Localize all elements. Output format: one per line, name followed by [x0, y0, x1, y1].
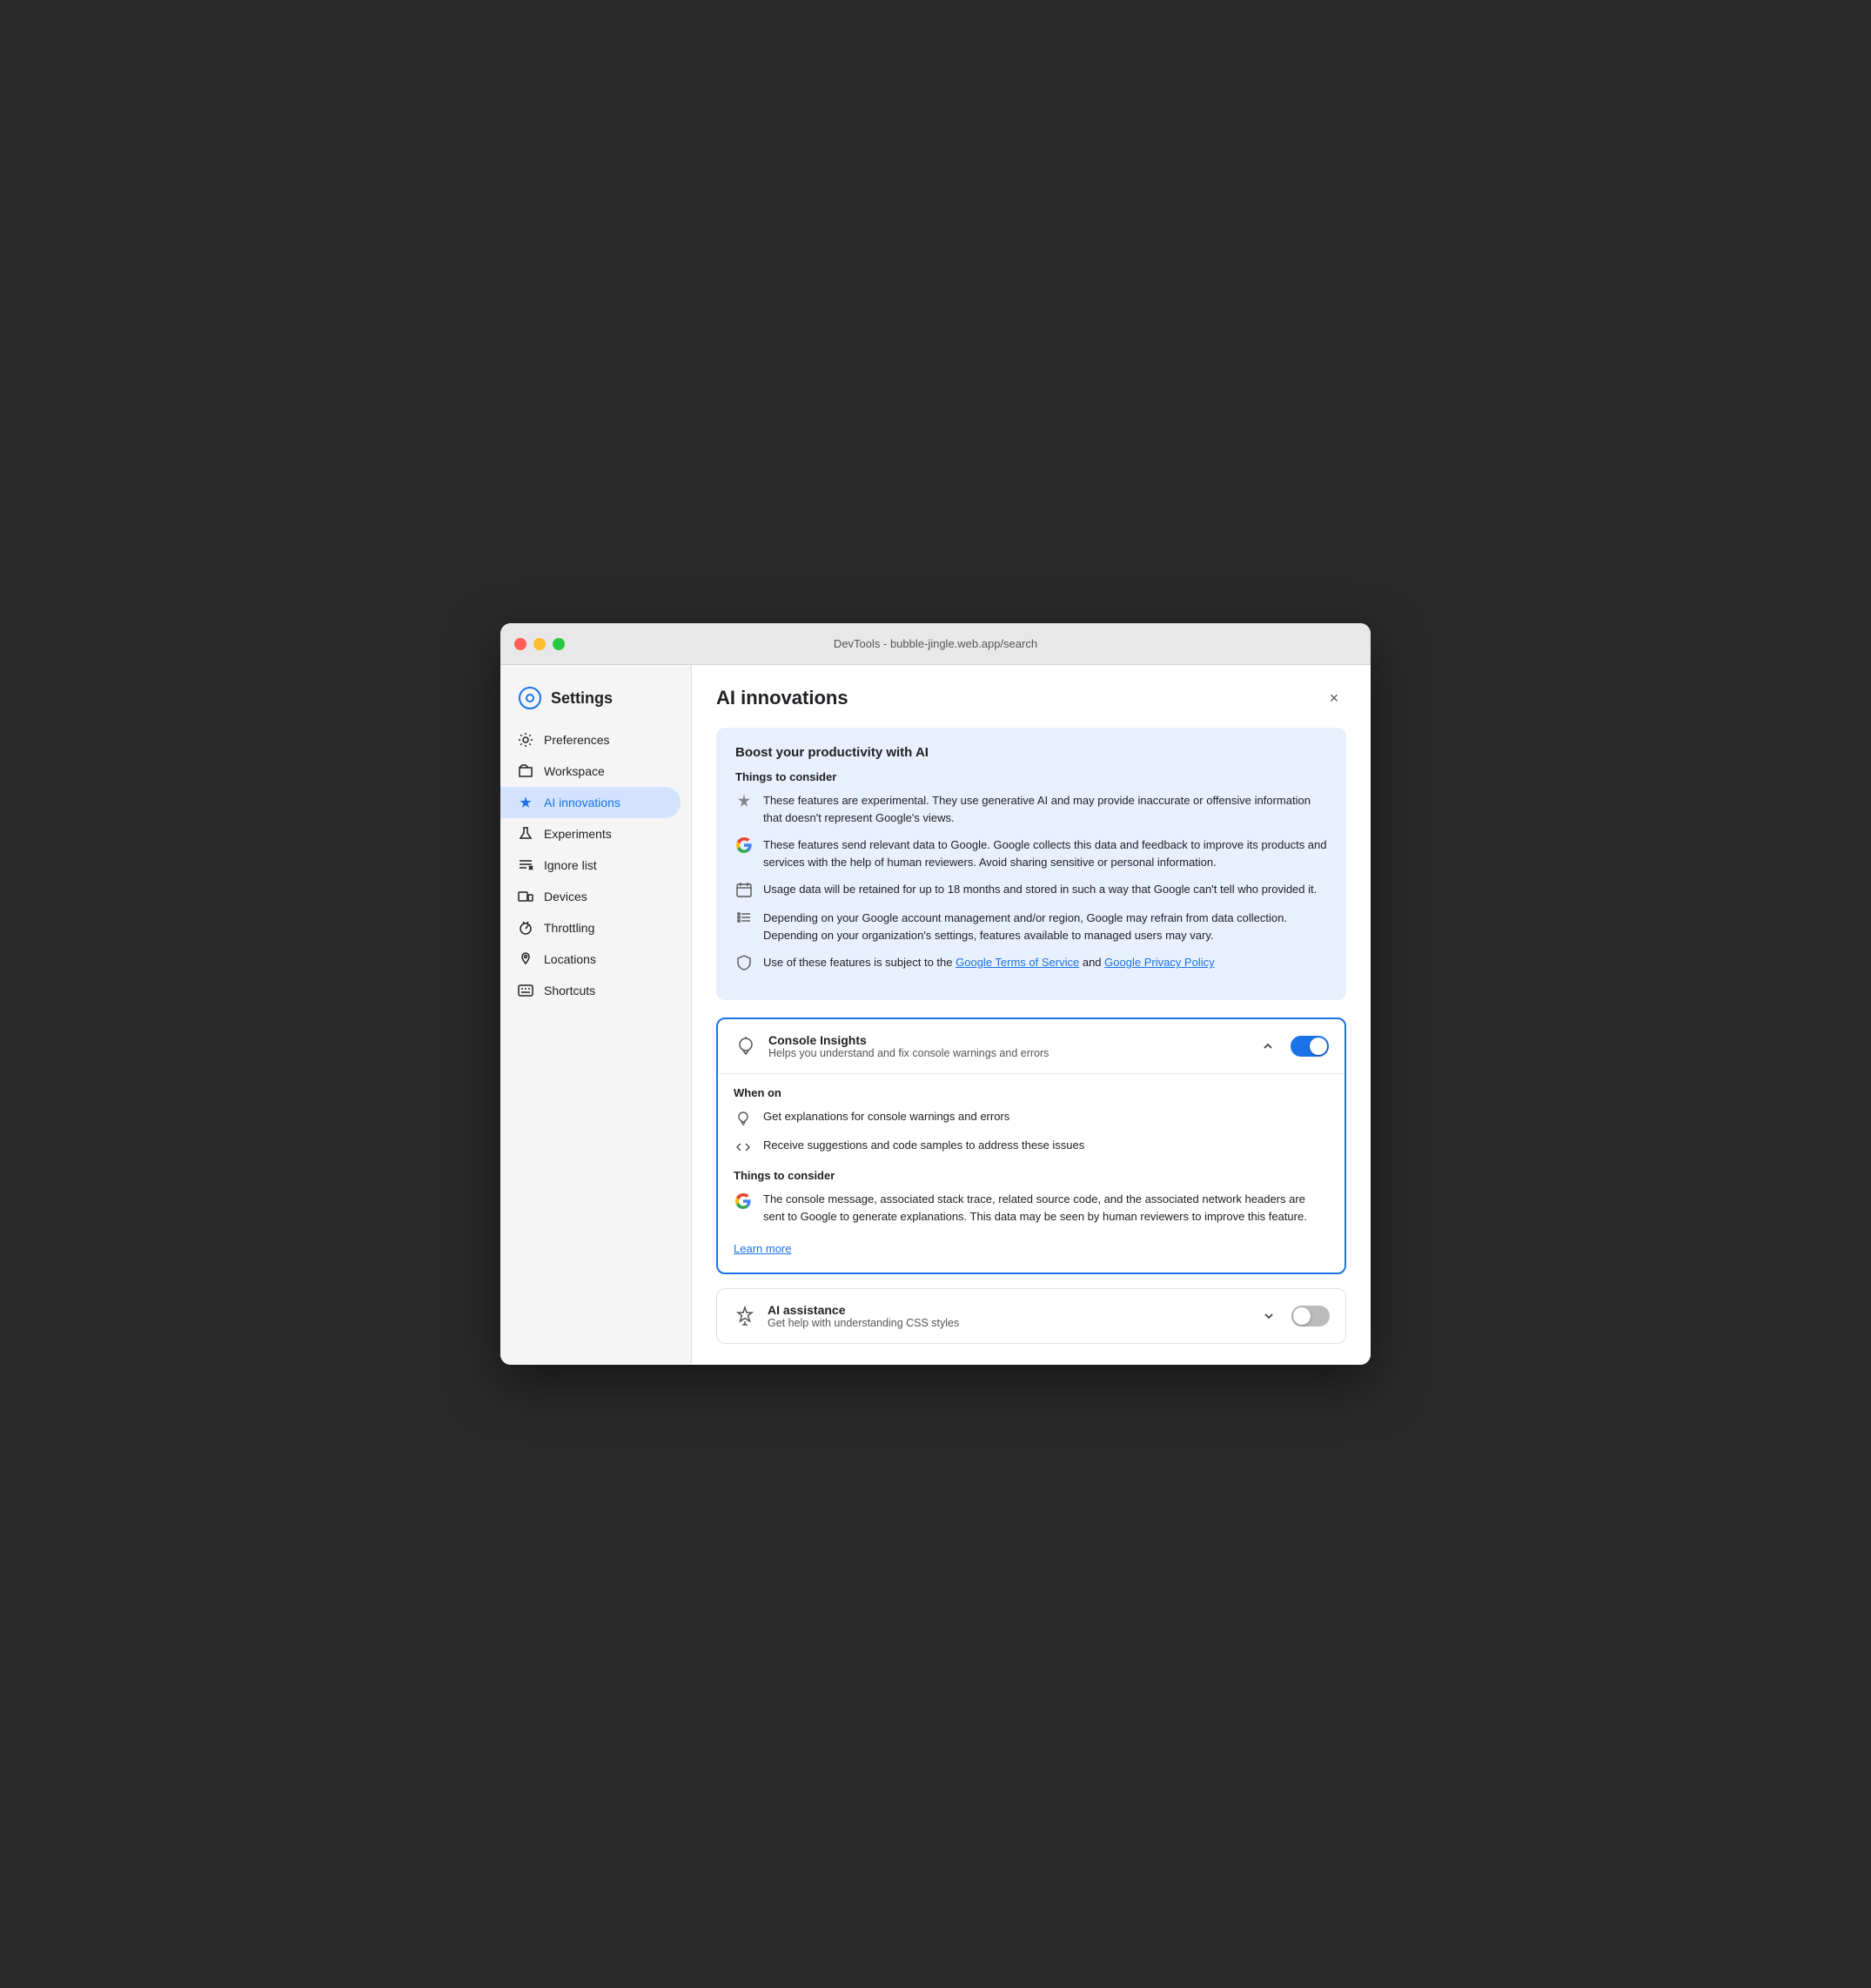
sidebar-item-throttling-label: Throttling	[544, 921, 594, 935]
titlebar: DevTools - bubble-jingle.web.app/search	[500, 623, 1371, 665]
maximize-traffic-light[interactable]	[553, 638, 565, 650]
console-insights-toggle[interactable]	[1291, 1036, 1329, 1057]
throttling-icon	[518, 920, 533, 936]
minimize-traffic-light[interactable]	[533, 638, 546, 650]
workspace-icon	[518, 763, 533, 779]
ai-assistance-desc: Get help with understanding CSS styles	[768, 1317, 1246, 1329]
shortcuts-icon	[518, 983, 533, 998]
sparkle-sm-icon	[735, 793, 753, 810]
sidebar-item-workspace[interactable]: Workspace	[500, 756, 681, 787]
console-insights-desc: Helps you understand and fix console war…	[768, 1047, 1245, 1059]
ai-assistance-icon	[733, 1304, 757, 1328]
when-on-item-1-text: Get explanations for console warnings an…	[763, 1108, 1009, 1125]
google-icon-1	[735, 837, 753, 855]
devices-icon	[518, 889, 533, 904]
ai-assistance-header: AI assistance Get help with understandin…	[717, 1289, 1345, 1343]
sidebar-item-experiments-label: Experiments	[544, 827, 612, 841]
ai-innovations-icon	[518, 795, 533, 810]
devtools-window: DevTools - bubble-jingle.web.app/search …	[500, 623, 1371, 1365]
ignore-list-icon	[518, 857, 533, 873]
window-title: DevTools - bubble-jingle.web.app/search	[834, 637, 1037, 650]
when-on-item-2-text: Receive suggestions and code samples to …	[763, 1137, 1084, 1154]
things-item-1-text: The console message, associated stack tr…	[763, 1191, 1329, 1225]
google-tos-link[interactable]: Google Terms of Service	[956, 956, 1079, 969]
ai-assistance-toggle[interactable]	[1291, 1306, 1330, 1326]
info-item-4: Depending on your Google account managem…	[735, 910, 1327, 944]
console-insights-name: Console Insights	[768, 1033, 1245, 1047]
when-on-title: When on	[734, 1086, 1329, 1099]
things-consider-title: Things to consider	[734, 1169, 1329, 1182]
sidebar-item-experiments[interactable]: Experiments	[500, 818, 681, 850]
sidebar-item-devices-label: Devices	[544, 890, 587, 903]
console-insights-card: Console Insights Helps you understand an…	[716, 1018, 1346, 1274]
settings-logo-icon	[518, 686, 542, 710]
experiments-icon	[518, 826, 533, 842]
ai-assistance-info: AI assistance Get help with understandin…	[768, 1303, 1246, 1329]
close-traffic-light[interactable]	[514, 638, 526, 650]
sidebar-item-shortcuts-label: Shortcuts	[544, 984, 595, 997]
traffic-lights	[514, 638, 565, 650]
sidebar-item-preferences-label: Preferences	[544, 733, 609, 747]
sidebar-item-locations-label: Locations	[544, 952, 596, 966]
page-title: AI innovations	[716, 687, 848, 709]
shield-icon	[735, 955, 753, 972]
ai-assistance-chevron[interactable]	[1257, 1304, 1281, 1328]
sidebar-item-shortcuts[interactable]: Shortcuts	[500, 975, 681, 1006]
sidebar-title: Settings	[551, 689, 613, 708]
locations-icon	[518, 951, 533, 967]
main-header: AI innovations ×	[716, 686, 1346, 710]
when-on-item-1: Get explanations for console warnings an…	[734, 1108, 1329, 1128]
main-content: AI innovations × Boost your productivity…	[692, 665, 1371, 1365]
info-card-heading: Boost your productivity with AI	[735, 745, 1327, 760]
sidebar-header: Settings	[500, 679, 691, 724]
info-item-1-text: These features are experimental. They us…	[763, 792, 1327, 826]
close-button[interactable]: ×	[1322, 686, 1346, 710]
sidebar-item-locations[interactable]: Locations	[500, 944, 681, 975]
code-brackets-icon	[734, 1138, 753, 1157]
info-item-2-text: These features send relevant data to Goo…	[763, 836, 1327, 870]
sidebar-item-ai-innovations[interactable]: AI innovations	[500, 787, 681, 818]
console-insights-expanded: When on Get explanations for console war…	[718, 1073, 1345, 1273]
console-insights-header: Console Insights Helps you understand an…	[718, 1019, 1345, 1073]
info-item-1: These features are experimental. They us…	[735, 792, 1327, 826]
list-icon	[735, 910, 753, 928]
lightbulb-icon	[734, 1109, 753, 1128]
info-item-5-text: Use of these features is subject to the …	[763, 954, 1215, 971]
learn-more-link[interactable]: Learn more	[734, 1242, 791, 1255]
ai-assistance-name: AI assistance	[768, 1303, 1246, 1317]
sidebar-item-ignore-list-label: Ignore list	[544, 858, 597, 872]
info-item-4-text: Depending on your Google account managem…	[763, 910, 1327, 944]
sidebar: Settings Preferences	[500, 665, 692, 1365]
info-card-things-title: Things to consider	[735, 770, 1327, 783]
sidebar-item-workspace-label: Workspace	[544, 764, 605, 778]
sidebar-item-devices[interactable]: Devices	[500, 881, 681, 912]
sidebar-item-ignore-list[interactable]: Ignore list	[500, 850, 681, 881]
ai-assistance-controls	[1257, 1304, 1330, 1328]
things-item-1: The console message, associated stack tr…	[734, 1191, 1329, 1225]
info-item-3-text: Usage data will be retained for up to 18…	[763, 881, 1317, 898]
content-area: Settings Preferences	[500, 665, 1371, 1365]
ai-assistance-card: AI assistance Get help with understandin…	[716, 1288, 1346, 1344]
info-item-2: These features send relevant data to Goo…	[735, 836, 1327, 870]
preferences-icon	[518, 732, 533, 748]
calendar-icon	[735, 882, 753, 899]
sidebar-item-ai-innovations-label: AI innovations	[544, 796, 620, 809]
google-privacy-link[interactable]: Google Privacy Policy	[1104, 956, 1214, 969]
google-icon-2	[734, 1192, 753, 1211]
console-insights-icon	[734, 1034, 758, 1058]
console-insights-info: Console Insights Helps you understand an…	[768, 1033, 1245, 1059]
when-on-item-2: Receive suggestions and code samples to …	[734, 1137, 1329, 1157]
console-insights-chevron[interactable]	[1256, 1034, 1280, 1058]
info-card: Boost your productivity with AI Things t…	[716, 728, 1346, 1000]
sidebar-item-preferences[interactable]: Preferences	[500, 724, 681, 756]
sidebar-item-throttling[interactable]: Throttling	[500, 912, 681, 944]
info-item-5: Use of these features is subject to the …	[735, 954, 1327, 972]
info-item-3: Usage data will be retained for up to 18…	[735, 881, 1327, 899]
console-insights-controls	[1256, 1034, 1329, 1058]
